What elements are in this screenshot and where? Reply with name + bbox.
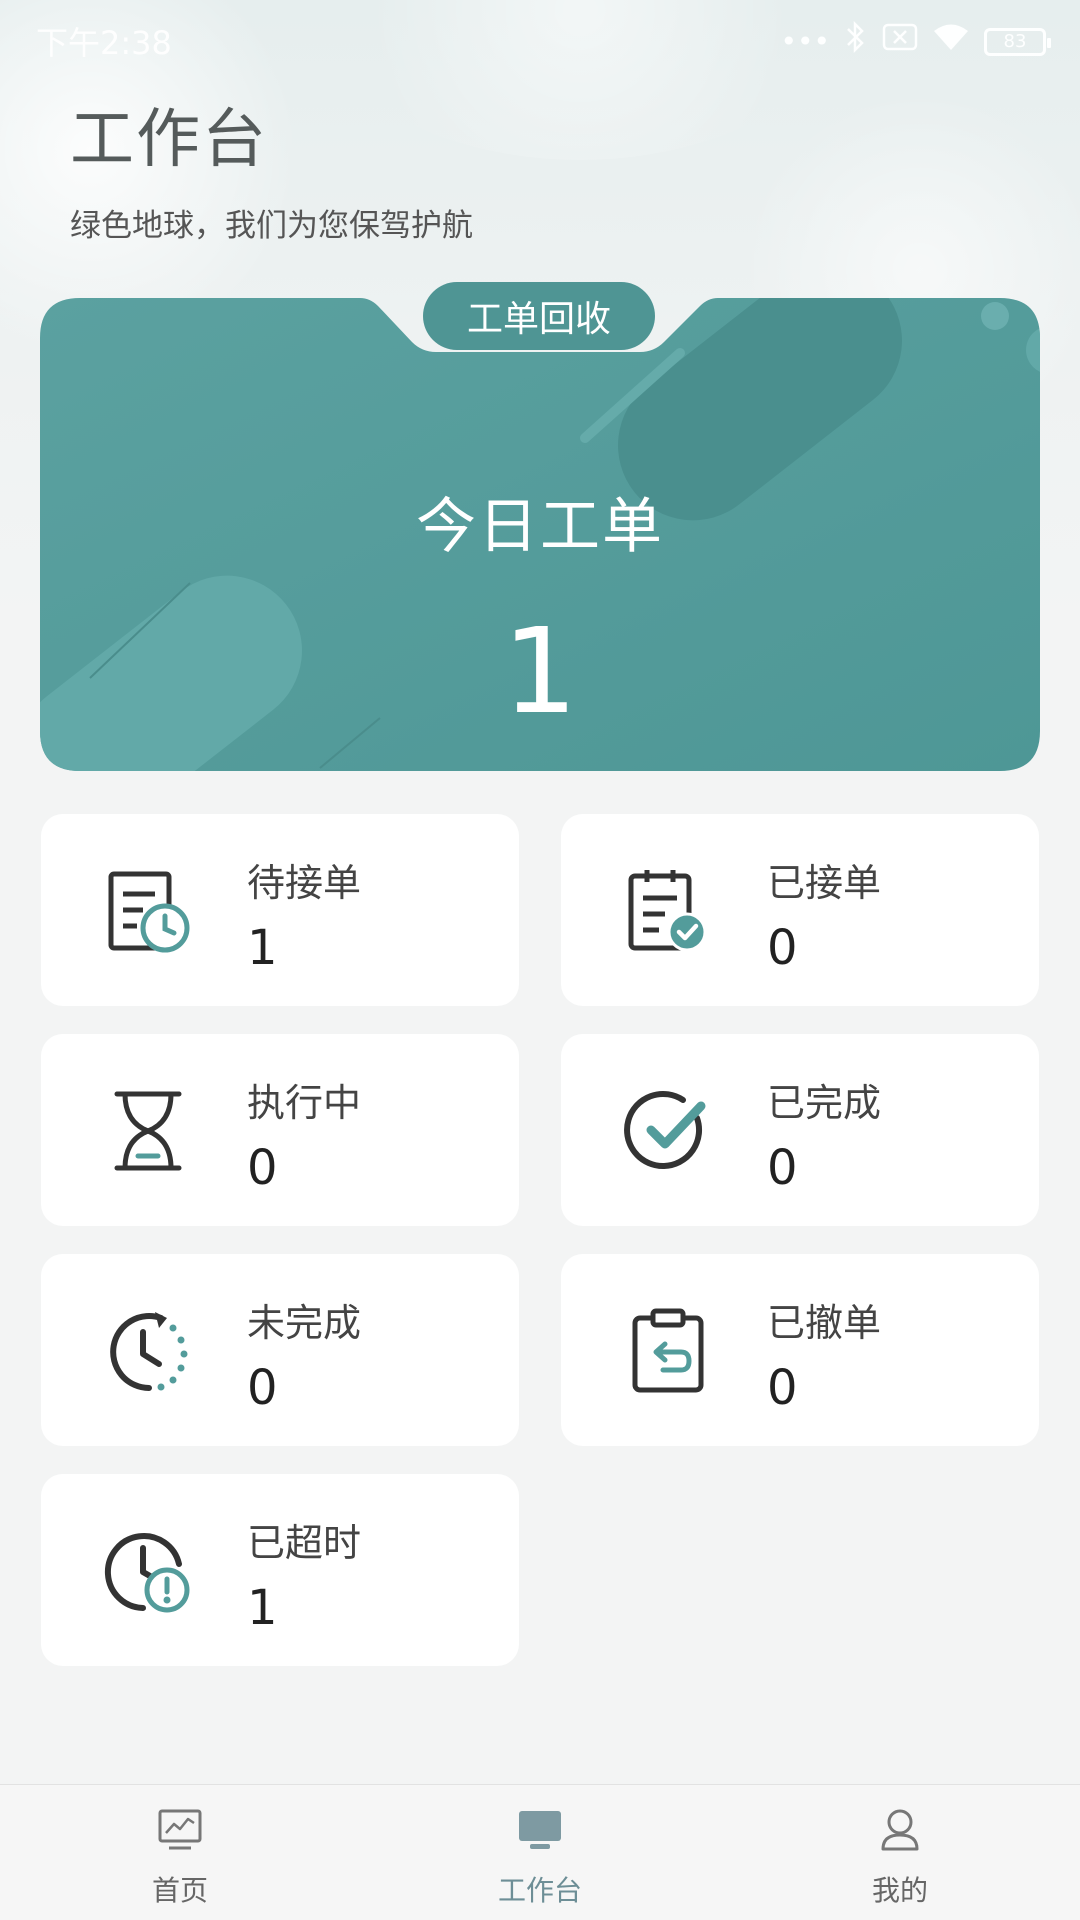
stat-tile-in-progress[interactable]: 执行中 0 <box>41 1034 519 1226</box>
wifi-icon <box>932 22 970 61</box>
stat-value: 1 <box>247 1580 278 1636</box>
hourglass-icon <box>114 1091 182 1171</box>
stat-tile-cancelled[interactable]: 已撤单 0 <box>561 1254 1039 1446</box>
nav-item-workbench[interactable]: 工作台 <box>360 1785 720 1920</box>
order-recycle-button[interactable]: 工单回收 <box>423 282 655 350</box>
page-subtitle: 绿色地球，我们为您保驾护航 <box>70 208 473 244</box>
signal-dots-icon: ••• <box>780 24 830 58</box>
stat-label: 未完成 <box>247 1301 362 1345</box>
dashboard-icon <box>158 1809 202 1850</box>
nav-label: 首页 <box>151 1874 208 1907</box>
battery-level: 83 <box>1003 31 1027 52</box>
stat-value: 0 <box>247 1140 278 1196</box>
desktop-icon <box>519 1811 561 1849</box>
pending-order-icon <box>108 871 190 953</box>
status-time: 下午2:38 <box>36 24 172 62</box>
nav-label: 我的 <box>871 1874 928 1907</box>
clock-refresh-icon <box>110 1312 188 1391</box>
stat-tile-overdue[interactable]: 已超时 1 <box>41 1474 519 1666</box>
page-title: 工作台 <box>70 103 268 177</box>
today-orders-count: 1 <box>502 602 578 740</box>
stat-label: 已超时 <box>247 1521 362 1565</box>
nav-item-home[interactable]: 首页 <box>0 1785 360 1920</box>
stat-tile-completed[interactable]: 已完成 0 <box>561 1034 1039 1226</box>
nav-item-mine[interactable]: 我的 <box>720 1785 1080 1920</box>
stat-value: 0 <box>767 1140 798 1196</box>
today-orders-label: 今日工单 <box>416 492 664 562</box>
stat-label: 已撤单 <box>767 1301 882 1345</box>
battery-icon: 83 <box>984 27 1051 56</box>
stat-tile-pending[interactable]: 待接单 1 <box>41 814 519 1006</box>
accepted-order-icon <box>628 870 707 952</box>
bluetooth-icon <box>844 20 868 63</box>
stat-label: 执行中 <box>247 1081 362 1125</box>
stat-value: 1 <box>247 920 278 976</box>
stat-value: 0 <box>767 920 798 976</box>
stat-label: 待接单 <box>247 861 362 905</box>
stat-tile-accepted[interactable]: 已接单 0 <box>561 814 1039 1006</box>
clock-alert-icon <box>104 1533 190 1613</box>
stat-value: 0 <box>767 1360 798 1416</box>
nav-label: 工作台 <box>497 1874 582 1907</box>
user-icon <box>881 1809 919 1851</box>
stat-label: 已完成 <box>767 1081 882 1125</box>
sim-off-icon <box>882 22 918 61</box>
clipboard-return-icon <box>632 1308 704 1393</box>
check-circle-icon <box>624 1090 706 1169</box>
stat-label: 已接单 <box>767 861 882 905</box>
bottom-nav: 首页 工作台 我的 <box>0 1784 1080 1920</box>
stat-tile-incomplete[interactable]: 未完成 0 <box>41 1254 519 1446</box>
stat-value: 0 <box>247 1360 278 1416</box>
status-bar: 下午2:38 ••• 83 <box>0 0 1080 76</box>
